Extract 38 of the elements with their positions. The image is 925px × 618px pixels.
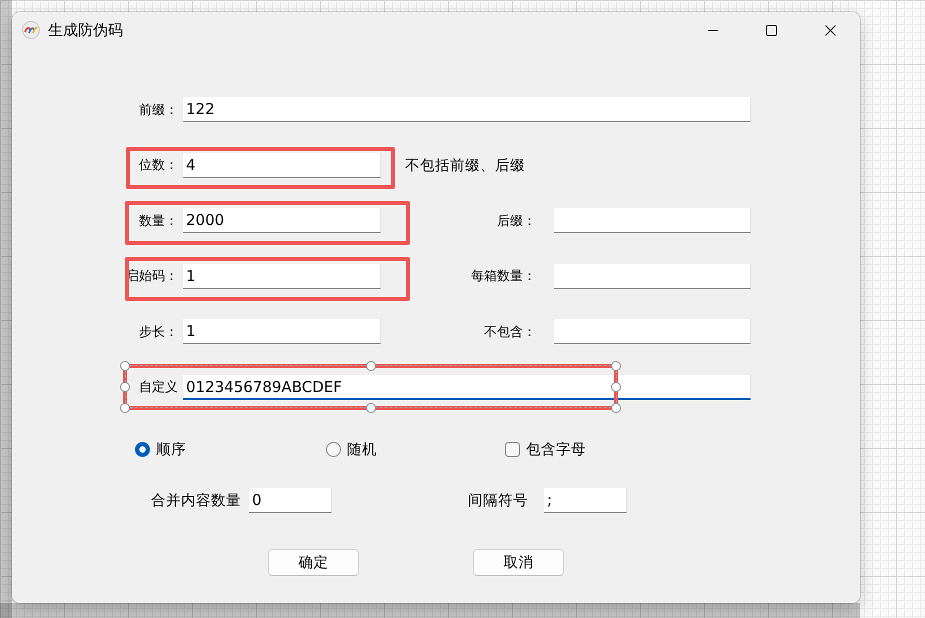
text-field[interactable] [554, 319, 751, 344]
resize-handle[interactable] [611, 360, 621, 370]
radio-option[interactable]: 顺序 [135, 440, 186, 458]
checkbox-option[interactable]: 包含字母 [505, 440, 586, 458]
maximize-icon [766, 24, 777, 36]
field-label: 不包含： [484, 324, 536, 340]
confirm-button[interactable]: 确定 [268, 549, 359, 576]
text-field[interactable]: 122 [183, 97, 751, 122]
field-label: 自定义 [139, 379, 178, 396]
text-field[interactable]: 4 [183, 152, 381, 178]
text-field[interactable]: 0123456789ABCDEF [183, 374, 751, 400]
text-field[interactable]: 1 [183, 264, 381, 288]
close-icon [825, 24, 836, 36]
resize-handle[interactable] [120, 402, 130, 412]
text-field[interactable]: 0 [249, 488, 332, 513]
field-label: 位数： [139, 157, 178, 174]
text-field[interactable]: 2000 [183, 208, 381, 233]
field-label: 后缀： [497, 212, 536, 230]
field-label: 前缀： [139, 102, 178, 118]
field-label: 合并内容数量 [151, 492, 241, 510]
app-logo-icon [22, 21, 40, 39]
text-field[interactable]: ; [544, 488, 627, 513]
window-title: 生成防伪码 [48, 20, 123, 40]
text-field[interactable]: 1 [183, 319, 381, 344]
resize-handle[interactable] [366, 360, 376, 370]
resize-handle[interactable] [611, 402, 621, 412]
resize-handle[interactable] [366, 402, 376, 412]
resize-handle[interactable] [120, 360, 130, 370]
hint-text: 不包括前缀、后缀 [405, 156, 525, 174]
text-field[interactable] [554, 264, 751, 288]
text-field[interactable] [554, 208, 751, 233]
radio-option[interactable]: 随机 [326, 440, 377, 458]
field-label: 每箱数量： [471, 268, 536, 285]
resize-handle[interactable] [120, 382, 130, 392]
field-label: 间隔符号 [468, 492, 528, 510]
field-label: 步长： [139, 324, 178, 340]
field-label: 数量： [139, 212, 178, 230]
cancel-button[interactable]: 取消 [473, 549, 564, 576]
